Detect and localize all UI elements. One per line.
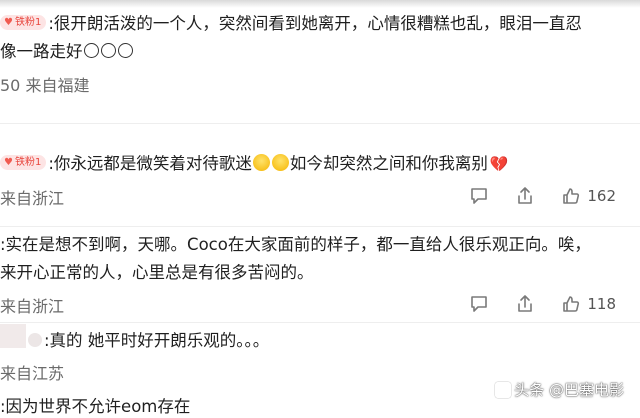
comment-item: :实在是想不到啊，天哪。Coco在大家面前的样子，都一直给人很乐观正向。唉， 来… xyxy=(0,231,640,319)
comment-text: 像一路走好 xyxy=(0,42,83,61)
comment-text: :你永远都是微笑着对待歌迷 xyxy=(48,154,252,173)
comment-text: :因为世界不允许eom存在 xyxy=(0,397,191,416)
comment-item: :真的 她平时好开朗乐观的。。。 来自江苏 xyxy=(0,327,640,385)
fan-badge-label: 铁粉1 xyxy=(14,157,42,168)
comment-list-screenshot: ♥ 铁粉1:很开朗活泼的一个人，突然间看到她离开，心情很糟糕也乱，眼泪一直忍 像一… xyxy=(0,0,640,418)
crying-emoji-icon xyxy=(117,43,133,58)
comment-text-line: :实在是想不到啊，天哪。Coco在大家面前的样子，都一直给人很乐观正向。唉， xyxy=(0,231,591,258)
comment-location: 来自浙江 xyxy=(0,297,65,316)
comment-text: :很开朗活泼的一个人，突然间看到她离开，心情很糟糕也乱，眼泪一直忍 xyxy=(48,14,582,33)
divider xyxy=(0,123,640,124)
thumbs-up-icon[interactable] xyxy=(561,294,581,314)
top-shadow xyxy=(0,0,640,8)
comment-text: :实在是想不到啊，天哪。Coco在大家面前的样子，都一直给人很乐观正向。唉， xyxy=(0,235,591,254)
like-count: 162 xyxy=(587,187,616,205)
comment-item: ♥ 铁粉1:很开朗活泼的一个人，突然间看到她离开，心情很糟糕也乱，眼泪一直忍 像一… xyxy=(0,10,640,95)
like-count: 118 xyxy=(587,295,616,313)
comment-text-line: 像一路走好 xyxy=(0,38,134,65)
broken-heart-icon: 💔 xyxy=(489,155,509,173)
avatar xyxy=(28,332,42,347)
comment-text-line: :因为世界不允许eom存在 xyxy=(0,393,190,418)
toutiao-logo-icon xyxy=(495,381,512,398)
comment-text: :真的 她平时好开朗乐观的。。。 xyxy=(44,331,270,350)
comment-location: 来自江苏 xyxy=(0,364,65,383)
comment-item: ♥ 铁粉1:你永远都是微笑着对待歌迷 如今却突然之间和你我离别 💔 来自浙江 162 xyxy=(0,150,640,220)
thumbs-up-icon[interactable] xyxy=(561,186,581,206)
fan-badge-label: 铁粉1 xyxy=(14,17,42,28)
comment-location: 50 来自福建 xyxy=(0,76,90,95)
comment-text: 如今却突然之间和你我离别 xyxy=(289,154,488,173)
share-icon[interactable] xyxy=(515,186,535,206)
crying-emoji-icon xyxy=(252,154,270,171)
comment-text: 来开心正常的人，心里总是有很多苦闷的。 xyxy=(0,263,314,282)
watermark-text: 头条 @巴塞电影 xyxy=(514,381,624,399)
comment-text-line: ♥ 铁粉1:很开朗活泼的一个人，突然间看到她离开，心情很糟糕也乱，眼泪一直忍 xyxy=(0,10,582,37)
heart-icon: ♥ xyxy=(4,17,13,28)
comment-text-line: ♥ 铁粉1:你永远都是微笑着对待歌迷 如今却突然之间和你我离别 💔 xyxy=(0,150,509,178)
fan-badge: ♥ 铁粉1 xyxy=(0,155,47,170)
crying-emoji-icon xyxy=(271,154,289,171)
share-icon[interactable] xyxy=(515,294,535,314)
divider xyxy=(0,226,640,227)
comment-text-line: 来开心正常的人，心里总是有很多苦闷的。 xyxy=(0,259,314,286)
watermark: 头条 @巴塞电影 xyxy=(495,379,624,400)
divider xyxy=(0,322,640,323)
comment-icon[interactable] xyxy=(469,186,489,206)
comment-actions: 162 xyxy=(443,186,616,206)
comment-location: 来自浙江 xyxy=(0,189,65,208)
heart-icon: ♥ xyxy=(4,157,13,168)
comment-actions: 118 xyxy=(443,294,616,314)
fan-badge: ♥ 铁粉1 xyxy=(0,15,47,30)
comment-text-line: :真的 她平时好开朗乐观的。。。 xyxy=(28,327,269,354)
crying-emoji-icon xyxy=(100,43,116,58)
comment-icon[interactable] xyxy=(469,294,489,314)
crying-emoji-icon xyxy=(83,43,99,58)
